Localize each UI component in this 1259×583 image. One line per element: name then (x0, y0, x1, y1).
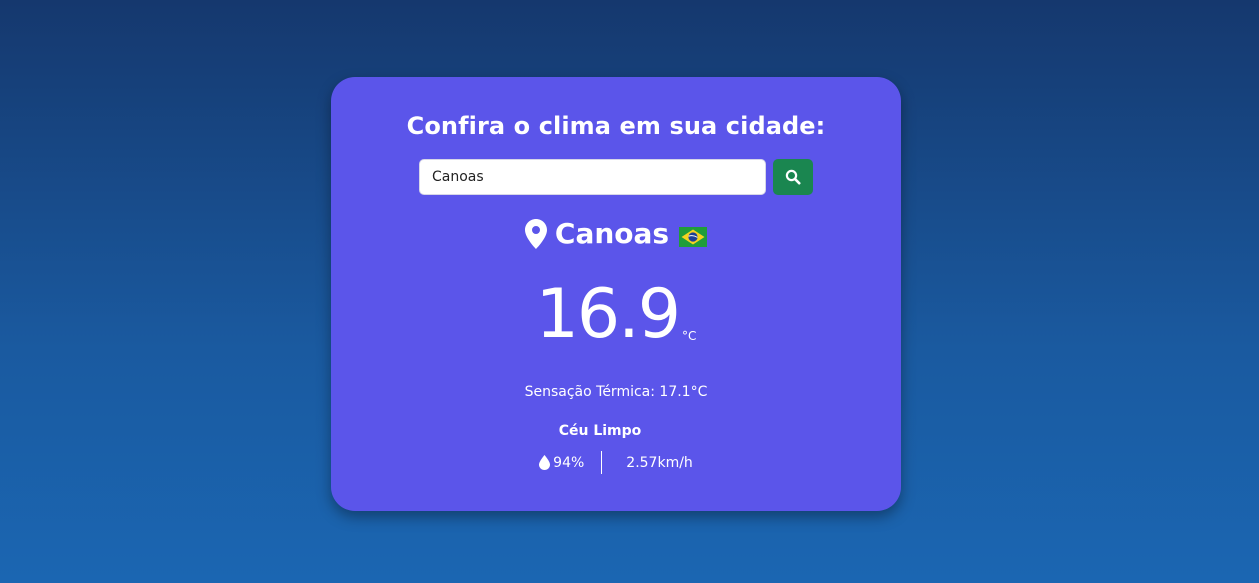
weather-details: 94% 2.57km/h (331, 451, 901, 474)
search-icon (785, 169, 801, 185)
city-name: Canoas (554, 217, 670, 250)
location-pin-icon (524, 218, 547, 249)
temperature-value: 16.9 (535, 275, 681, 354)
weather-card: Confira o clima em sua cidade: Canoas 16… (331, 77, 901, 511)
weather-condition: Céu Limpo (558, 423, 642, 439)
wind-speed: 2.57km/h (626, 454, 693, 471)
search-bar (419, 159, 813, 195)
city-header: Canoas (331, 217, 901, 250)
brazil-flag-icon (679, 226, 708, 247)
city-search-input[interactable] (419, 159, 766, 195)
temperature-unit: °C (682, 329, 697, 343)
humidity: 94% (539, 455, 601, 471)
card-title: Confira o clima em sua cidade: (406, 112, 826, 140)
feels-like-text: Sensação Térmica: 17.1°C (524, 384, 708, 400)
humidity-value: 94% (553, 454, 585, 471)
water-drop-icon (539, 455, 551, 470)
temperature-display: 16.9 °C (331, 277, 901, 353)
search-button[interactable] (773, 159, 813, 195)
